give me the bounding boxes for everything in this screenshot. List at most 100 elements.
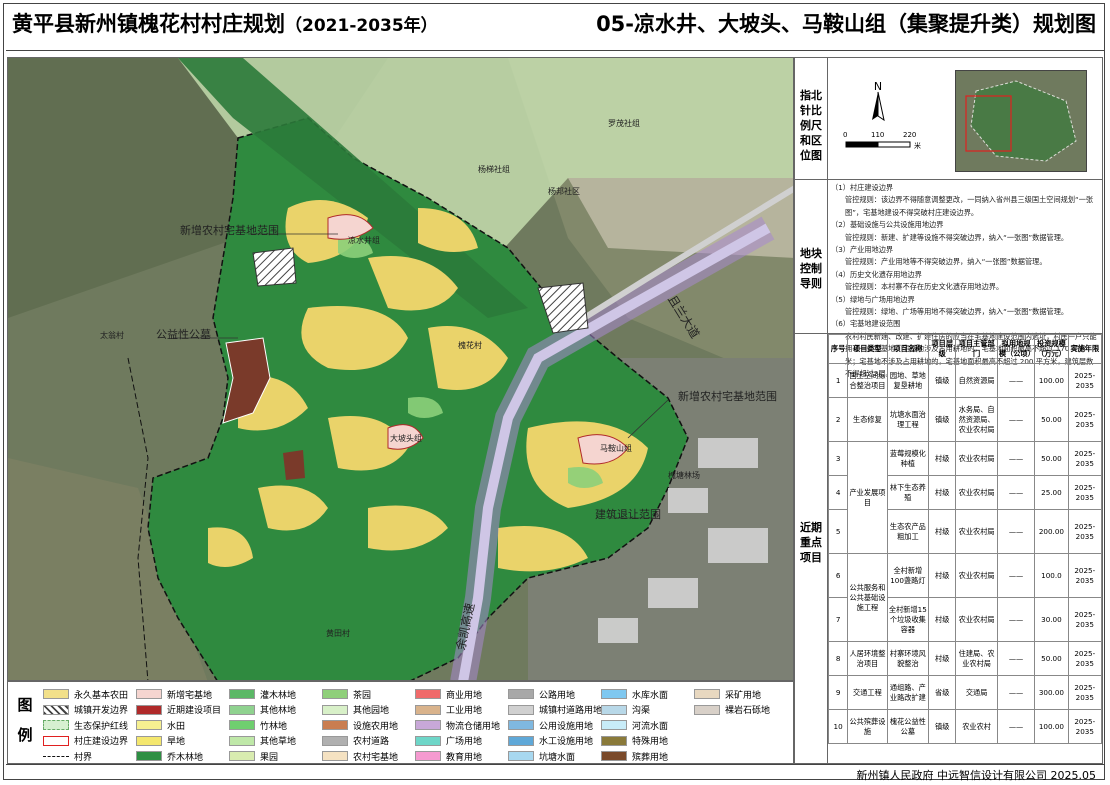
legend-swatch	[229, 720, 255, 730]
legend-swatch	[508, 751, 534, 761]
legend-label: 村界	[74, 752, 93, 763]
table-row: 8 人居环境整治项目 村寨环境风貌整治 村级 住建局、农业农村局 —— 50.00 2025-…	[827, 641, 1103, 676]
control-section-label: 地块控制导则	[800, 247, 822, 290]
legend-swatch	[508, 720, 534, 730]
legend-item: 广场用地	[415, 734, 482, 748]
legend-label: 其他园地	[353, 706, 390, 716]
map-canvas	[8, 58, 793, 680]
table-cell-level: 镇级	[928, 397, 957, 442]
table-cell-level: 村级	[928, 641, 957, 676]
table-cell-area: ——	[996, 641, 1036, 676]
legend-swatch	[229, 735, 255, 746]
legend-item: 城镇村道路用地	[508, 703, 602, 717]
table-cell-no: 3	[827, 441, 849, 476]
table-cell-no: 7	[827, 597, 849, 642]
table-cell-dept: 农业农村局	[955, 441, 998, 476]
legend: 图例 永久基本农田 城镇开发边界 生态保护红线 村庄建设边界 村界 新增宅基地 近期建设项目…	[7, 681, 794, 764]
legend-swatch	[136, 751, 162, 761]
legend-item: 竹林地	[229, 718, 287, 732]
table-row: 6 公共服务和公共基础设施工程 全村新增100盏路灯 村级 农业农村局 —— 100.0 20…	[827, 553, 1103, 642]
compass-scale: N 0 110 220 米	[843, 78, 953, 168]
table-cell-no: 9	[827, 675, 849, 710]
legend-label: 河流水面	[632, 721, 669, 732]
legend-swatch	[415, 704, 441, 715]
legend-item: 特殊用地	[601, 734, 668, 748]
table-cell-years: 2025-2035	[1067, 675, 1103, 710]
table-header-cell: 序号	[827, 334, 849, 364]
table-cell-area: ——	[996, 675, 1036, 710]
table-cell-years: 2025-2035	[1067, 597, 1103, 642]
legend-label: 近期建设项目	[167, 706, 222, 716]
legend-label: 生态保护红线	[74, 721, 129, 732]
planning-map[interactable]: 新增农村宅基地范围 公益性公墓 新增农村宅基地范围 建筑退让范围 且兰大道 余凯…	[7, 57, 794, 681]
legend-label: 物流仓储用地	[446, 721, 501, 732]
table-header-cell: 项目层级	[928, 334, 957, 364]
legend-item: 村界	[43, 749, 92, 763]
label-village-yangbang: 杨邦社区	[548, 187, 580, 196]
legend-swatch	[694, 689, 720, 699]
town-boundary-west	[252, 247, 297, 287]
legend-item: 公路用地	[508, 687, 575, 701]
table-cell-years: 2025-2035	[1067, 641, 1103, 676]
legend-label: 特殊用地	[632, 737, 669, 747]
legend-swatch	[43, 755, 69, 757]
location-inset-map	[955, 70, 1087, 172]
legend-swatch	[136, 735, 162, 746]
panel-line-1	[795, 179, 1102, 180]
table-cell-no: 6	[827, 553, 849, 598]
table-cell-area: ——	[996, 441, 1036, 476]
legend-label: 水田	[167, 721, 186, 732]
table-cell-area: ——	[996, 709, 1036, 744]
rule-body: 管控规则：产业用地等不得突破边界，纳入“一张图”数据管理。	[845, 257, 1047, 267]
table-cell-invest: 50.00	[1034, 641, 1069, 676]
legend-swatch	[229, 704, 255, 715]
rule-heading: （4）历史文化遗存用地边界	[831, 269, 922, 279]
legend-swatch	[601, 689, 627, 699]
legend-swatch	[601, 735, 627, 746]
legend-item: 农村宅基地	[322, 749, 398, 763]
legend-swatch	[43, 689, 69, 699]
table-cell-dept: 农业农村	[955, 709, 998, 744]
table-cell-invest: 100.00	[1034, 363, 1069, 398]
table-cell-name: 生态农产品粗加工	[886, 509, 930, 554]
table-cell-dept: 水务局、自然资源局、农业农村局	[955, 397, 998, 442]
rule-body: 管控规则：本村寨不存在历史文化遗存用地边界。	[845, 282, 1004, 292]
table-cell-invest: 100.00	[1034, 709, 1069, 744]
info-panel: 指北针比例尺和区位图 N 0 110 220 米 地块控制导则 （1）村庄建设边…	[794, 57, 1103, 764]
table-cell-name: 村寨环境风貌整治	[886, 641, 930, 676]
legend-label: 果园	[260, 752, 279, 763]
legend-label: 教育用地	[446, 752, 483, 763]
table-cell-name: 槐花公益性公墓	[886, 709, 930, 744]
rule-body: 管控规则：新建、扩建等设施不得突破边界，纳入“一张图”数据管理。	[845, 232, 1069, 242]
legend-label: 其他林地	[260, 706, 297, 716]
table-row: 9 交通工程 通组路、产业路改扩建 省级 交通局 —— 300.00 2025-2035	[827, 675, 1103, 710]
legend-label: 新增宅基地	[167, 690, 213, 701]
table-cell-level: 村级	[928, 553, 957, 598]
label-relocation: 建筑退让范围	[595, 508, 661, 521]
table-cell-no: 1	[827, 363, 849, 398]
legend-item: 水库水面	[601, 687, 668, 701]
legend-label: 坑塘水面	[539, 752, 576, 763]
legend-item: 河流水面	[601, 718, 668, 732]
label-village-laowei: 槐塘林场	[668, 471, 700, 480]
table-row: 1 国土空间综合整治项目 园地、草地复垦耕地 镇级 自然资源局 —— 100.00 2025-…	[827, 363, 1103, 398]
legend-swatch	[229, 751, 255, 761]
table-cell-name: 全村新增15个垃圾收集容器	[886, 597, 930, 642]
legend-title: 图例	[17, 696, 33, 744]
rule-heading: （2）基础设施与公共设施用地边界	[831, 220, 944, 230]
legend-item: 水工设施用地	[508, 734, 593, 748]
legend-swatch	[136, 720, 162, 730]
table-cell-name: 林下生态养殖	[886, 475, 930, 510]
legend-label: 水库水面	[632, 690, 669, 701]
legend-label: 设施农用地	[353, 721, 399, 732]
legend-label: 采矿用地	[725, 690, 762, 701]
scale-tick-0: 0	[843, 131, 848, 139]
table-cell-name: 全村新增100盏路灯	[886, 553, 930, 598]
legend-label: 商业用地	[446, 690, 483, 701]
rule-heading: （1）村庄建设边界	[831, 183, 894, 192]
legend-item: 新增宅基地	[136, 687, 212, 701]
table-cell-years: 2025-2035	[1067, 709, 1103, 744]
legend-item: 其他草地	[229, 734, 296, 748]
legend-label: 沟渠	[632, 706, 651, 716]
legend-label: 裸岩石砾地	[725, 706, 771, 716]
